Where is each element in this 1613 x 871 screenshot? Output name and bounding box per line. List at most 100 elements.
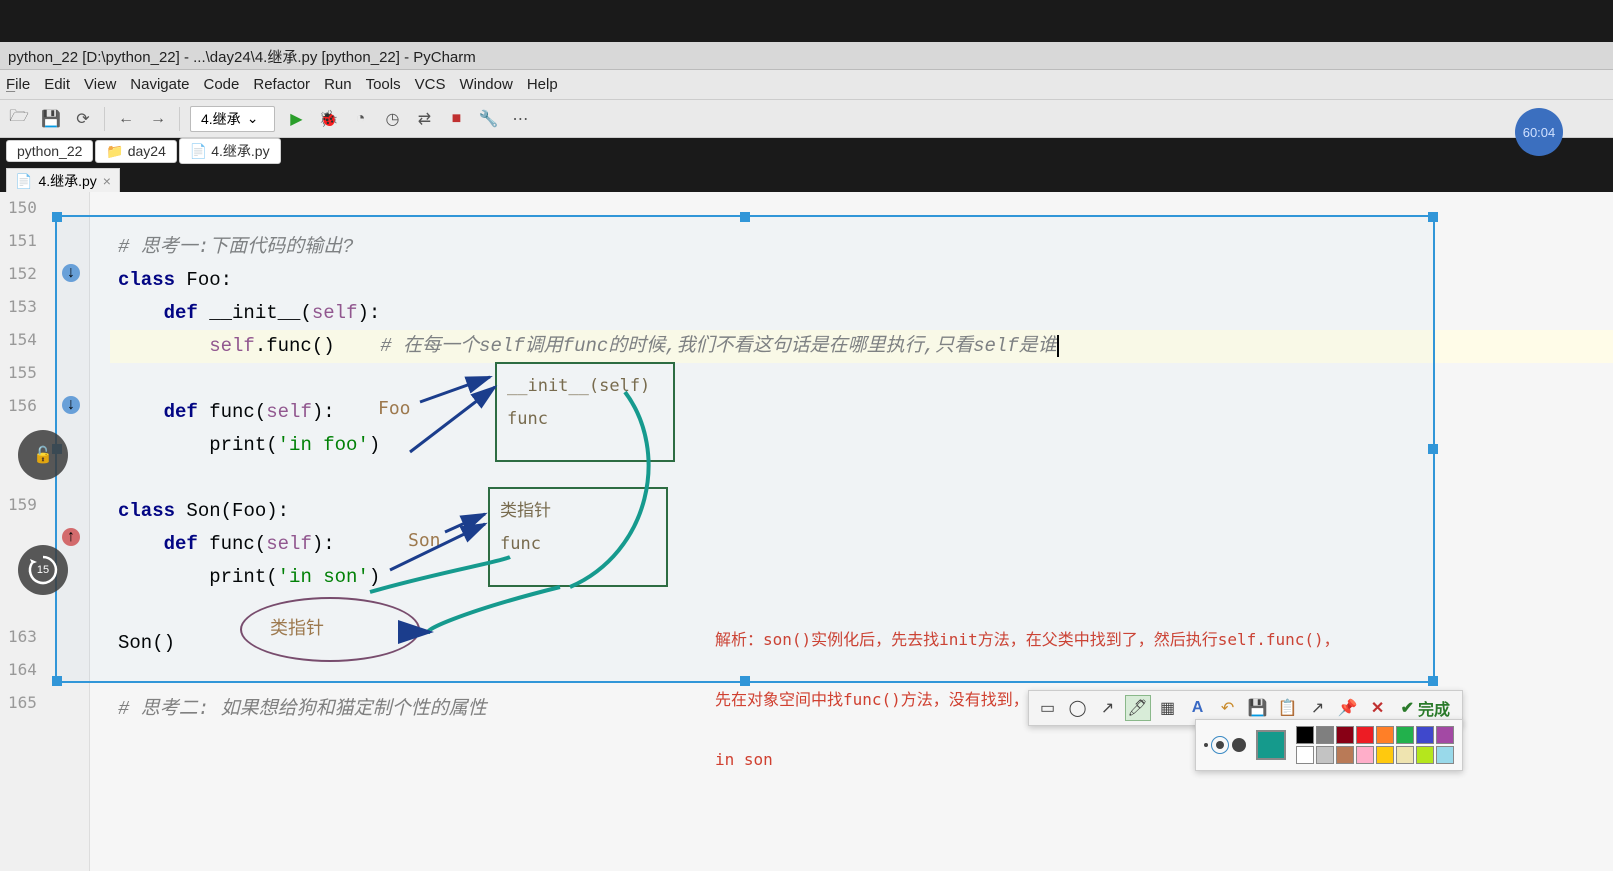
done-button[interactable]: ✔ 完成 xyxy=(1395,696,1456,720)
open-icon[interactable]: 🗁 xyxy=(8,108,30,130)
color-swatch[interactable] xyxy=(1396,726,1414,744)
menu-file[interactable]: File xyxy=(6,76,30,93)
arrow-tool-button[interactable]: ↗ xyxy=(1095,695,1121,721)
color-swatch[interactable] xyxy=(1296,746,1314,764)
color-swatch[interactable] xyxy=(1436,746,1454,764)
debug-icon[interactable]: 🐞 xyxy=(317,108,339,130)
crumb-project[interactable]: python_22 xyxy=(6,140,93,162)
color-swatch[interactable] xyxy=(1356,746,1374,764)
toolbar-separator xyxy=(104,107,105,131)
menu-view[interactable]: View xyxy=(84,76,116,93)
code-line: self.func() # 在每一个self调用func的时候,我们不看这句话是… xyxy=(118,330,1059,363)
attach-icon[interactable]: ⇄ xyxy=(413,108,435,130)
pin-button[interactable]: 📌 xyxy=(1335,695,1361,721)
brush-tool-button[interactable]: 🖊 xyxy=(1125,695,1151,721)
menu-tools[interactable]: Tools xyxy=(366,76,401,93)
text-tool-button[interactable]: A xyxy=(1185,695,1211,721)
color-swatch[interactable] xyxy=(1396,746,1414,764)
diagram-foo-label: Foo xyxy=(378,392,411,425)
gutter-run-icon[interactable]: ↓ xyxy=(62,264,80,282)
main-toolbar: 🗁 💾 ⟳ ← → 4.继承 ⌄ ▶ 🐞 ◔ ◷ ⇄ ■ 🔧 ⋯ xyxy=(0,100,1613,138)
selection-handle[interactable] xyxy=(1428,444,1438,454)
ellipse-tool-button[interactable]: ◯ xyxy=(1065,695,1091,721)
run-icon[interactable]: ▶ xyxy=(285,108,307,130)
more-icon[interactable]: ⋯ xyxy=(509,108,531,130)
line-number: 153 xyxy=(8,297,37,316)
lock-button[interactable]: 🔓 xyxy=(18,430,68,480)
tab-active-file[interactable]: 📄 4.继承.py × xyxy=(6,168,120,194)
save-icon[interactable]: 💾 xyxy=(40,108,62,130)
color-swatch[interactable] xyxy=(1416,726,1434,744)
color-swatch[interactable] xyxy=(1336,746,1354,764)
undo-button[interactable]: ↶ xyxy=(1215,695,1241,721)
diagram-instance-ellipse xyxy=(240,597,420,662)
code-line: print('in foo') xyxy=(118,429,380,462)
diagram-son-label: Son xyxy=(408,524,441,557)
menu-navigate[interactable]: Navigate xyxy=(130,76,189,93)
crumb-folder[interactable]: 📁 day24 xyxy=(95,140,176,163)
diagram-son-box: 类指针 func xyxy=(488,487,668,587)
code-comment: # 思考二: 如果想给狗和猫定制个性的属性 xyxy=(118,693,487,726)
selection-handle[interactable] xyxy=(1428,212,1438,222)
brush-size-large[interactable] xyxy=(1232,738,1246,752)
save-button[interactable]: 💾 xyxy=(1245,695,1271,721)
color-swatch[interactable] xyxy=(1376,746,1394,764)
cancel-button[interactable]: ✕ xyxy=(1365,695,1391,721)
gutter-override-icon[interactable]: ↑ xyxy=(62,528,80,546)
color-swatch[interactable] xyxy=(1316,746,1334,764)
menu-vcs[interactable]: VCS xyxy=(415,76,446,93)
gutter-run-icon[interactable]: ↓ xyxy=(62,396,80,414)
screenshot-color-palette xyxy=(1195,719,1463,771)
brush-size-small[interactable] xyxy=(1204,743,1208,747)
sync-icon[interactable]: ⟳ xyxy=(72,108,94,130)
forward-icon[interactable]: → xyxy=(147,108,169,130)
diagram-ellipse-label: 类指针 xyxy=(270,612,324,645)
color-swatch[interactable] xyxy=(1376,726,1394,744)
line-number: 155 xyxy=(8,363,37,382)
color-swatch[interactable] xyxy=(1356,726,1374,744)
color-swatch[interactable] xyxy=(1416,746,1434,764)
menu-help[interactable]: Help xyxy=(527,76,558,93)
line-number: 165 xyxy=(8,693,37,712)
run-config-label: 4.继承 xyxy=(201,109,241,129)
menu-window[interactable]: Window xyxy=(459,76,512,93)
line-number: 164 xyxy=(8,660,37,679)
code-line: def __init__(self): xyxy=(118,297,380,330)
code-line: print('in son') xyxy=(118,561,380,594)
brush-size-medium[interactable] xyxy=(1216,741,1224,749)
rectangle-tool-button[interactable]: ▭ xyxy=(1035,695,1061,721)
color-swatch[interactable] xyxy=(1296,726,1314,744)
back-icon[interactable]: ← xyxy=(115,108,137,130)
selection-handle[interactable] xyxy=(740,212,750,222)
menu-refactor[interactable]: Refactor xyxy=(253,76,310,93)
selection-handle[interactable] xyxy=(1428,676,1438,686)
code-line: class Son(Foo): xyxy=(118,495,289,528)
menu-code[interactable]: Code xyxy=(204,76,240,93)
menu-edit[interactable]: Edit xyxy=(44,76,70,93)
copy-button[interactable]: 📋 xyxy=(1275,695,1301,721)
run-configuration-dropdown[interactable]: 4.继承 ⌄ xyxy=(190,106,275,132)
crumb-file[interactable]: 📄 4.继承.py xyxy=(179,138,281,164)
brush-size-selector xyxy=(1204,738,1246,752)
line-number: 151 xyxy=(8,231,37,250)
check-icon: ✔ xyxy=(1401,698,1414,718)
color-swatch[interactable] xyxy=(1316,726,1334,744)
toolbar-separator xyxy=(179,107,180,131)
profile-icon[interactable]: ◷ xyxy=(381,108,403,130)
close-icon[interactable]: × xyxy=(103,173,111,189)
editor-tabs: 📄 4.继承.py × xyxy=(6,168,120,194)
stop-icon[interactable]: ■ xyxy=(445,108,467,130)
settings-icon[interactable]: 🔧 xyxy=(477,108,499,130)
replay-15-button[interactable]: 15 xyxy=(18,545,68,595)
menu-run[interactable]: Run xyxy=(324,76,352,93)
unlock-icon: 🔓 xyxy=(33,445,53,465)
share-button[interactable]: ↗ xyxy=(1305,695,1331,721)
mosaic-tool-button[interactable]: ▦ xyxy=(1155,695,1181,721)
code-line: def func(self): xyxy=(118,396,335,429)
diagram-foo-box: __init__(self) func xyxy=(495,362,675,462)
color-swatch[interactable] xyxy=(1436,726,1454,744)
coverage-icon[interactable]: ◔ xyxy=(349,108,371,130)
color-swatch[interactable] xyxy=(1336,726,1354,744)
current-color-swatch[interactable] xyxy=(1256,730,1286,760)
menu-bar: File Edit View Navigate Code Refactor Ru… xyxy=(0,70,1613,100)
